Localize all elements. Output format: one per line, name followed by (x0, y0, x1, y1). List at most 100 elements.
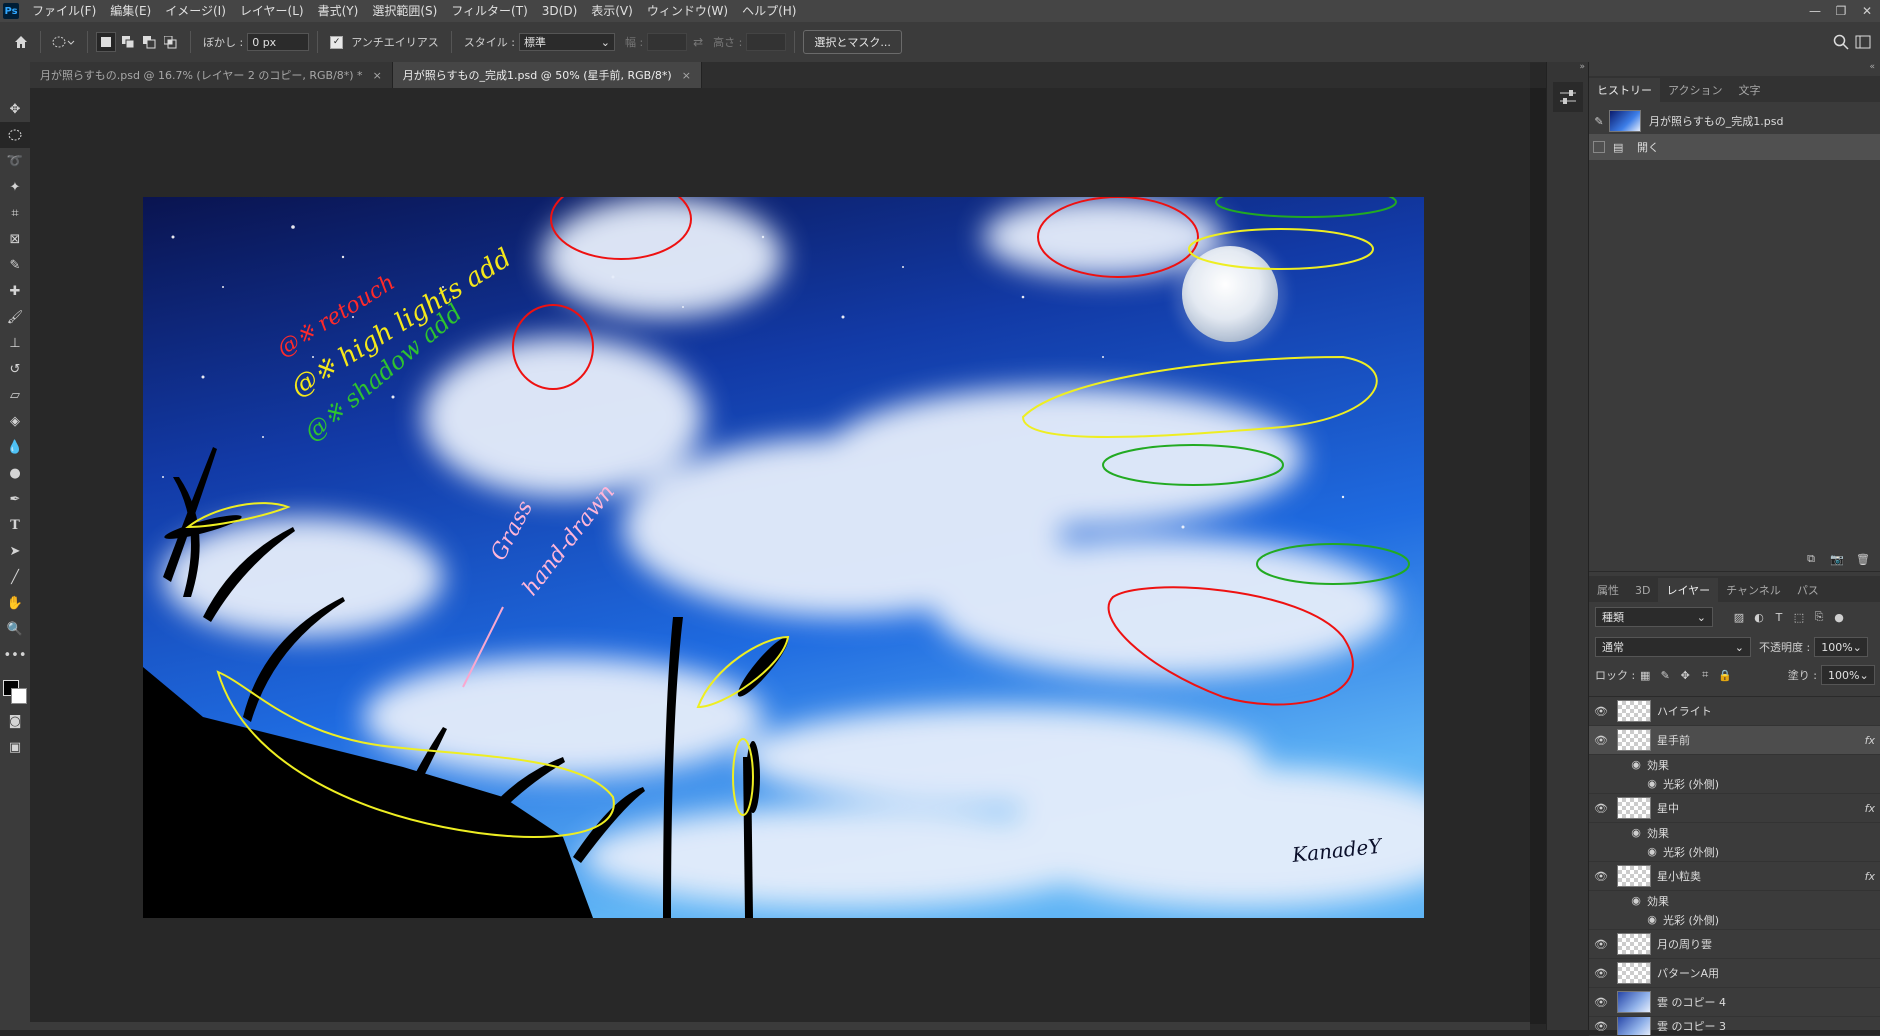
lock-position-icon[interactable]: ✥ (1675, 665, 1695, 685)
menu-filter[interactable]: フィルター(T) (444, 0, 534, 22)
swap-icon[interactable]: ⇄ (687, 31, 709, 53)
tab-layers[interactable]: レイヤー (1658, 578, 1719, 602)
elliptical-marquee-tool-icon[interactable] (0, 122, 30, 148)
tab-properties[interactable]: 属性 (1589, 578, 1627, 602)
outer-glow-effect-row[interactable]: ◉ 光彩 (外側) (1589, 910, 1880, 930)
new-selection-icon[interactable] (96, 32, 116, 52)
opacity-input[interactable]: 100% ⌄ (1814, 637, 1869, 657)
line-tool-icon[interactable]: ╱ (0, 564, 30, 590)
lock-all-icon[interactable]: 🔒 (1715, 665, 1735, 685)
visibility-eye-icon[interactable]: 👁 (1589, 1020, 1613, 1033)
lock-artboard-icon[interactable]: ⌗ (1695, 665, 1715, 685)
move-tool-icon[interactable]: ✥ (0, 96, 30, 122)
workspace-icon[interactable] (1852, 31, 1874, 53)
paint-bucket-tool-icon[interactable]: ◈ (0, 408, 30, 434)
visibility-eye-icon[interactable]: ◉ (1645, 777, 1659, 790)
filter-adjustment-icon[interactable]: ◐ (1749, 607, 1769, 627)
filter-type-icon[interactable]: T (1769, 607, 1789, 627)
layer-row[interactable]: 👁 月の周り雲 (1589, 930, 1880, 959)
blur-tool-icon[interactable]: 💧 (0, 434, 30, 460)
style-select[interactable]: 標準 ⌄ (518, 33, 615, 51)
filter-smart-object-icon[interactable]: ⎘ (1809, 607, 1829, 627)
eyedropper-tool-icon[interactable]: ✎ (0, 252, 30, 278)
healing-brush-tool-icon[interactable]: ✚ (0, 278, 30, 304)
menu-file[interactable]: ファイル(F) (25, 0, 103, 22)
type-tool-icon[interactable]: T (0, 512, 30, 538)
visibility-eye-icon[interactable]: ◉ (1629, 894, 1643, 907)
lock-image-icon[interactable]: ✎ (1655, 665, 1675, 685)
background-color-swatch[interactable] (11, 688, 27, 704)
properties-panel-icon[interactable] (1553, 82, 1583, 112)
source-checkbox[interactable] (1593, 141, 1605, 153)
close-window-icon[interactable]: ✕ (1854, 0, 1880, 22)
menu-type[interactable]: 書式(Y) (311, 0, 366, 22)
tab-history[interactable]: ヒストリー (1589, 78, 1660, 102)
visibility-eye-icon[interactable]: 👁 (1589, 967, 1613, 980)
subtract-selection-icon[interactable] (140, 33, 158, 51)
antialias-checkbox[interactable]: ✓ (330, 35, 344, 49)
add-selection-icon[interactable] (119, 33, 137, 51)
zoom-tool-icon[interactable]: 🔍 (0, 616, 30, 642)
menu-3d[interactable]: 3D(D) (535, 0, 584, 22)
tab-character[interactable]: 文字 (1730, 78, 1768, 102)
layer-row[interactable]: 👁 星小粒奥 fx (1589, 862, 1880, 891)
tab-3d[interactable]: 3D (1627, 578, 1658, 602)
menu-edit[interactable]: 編集(E) (103, 0, 158, 22)
visibility-eye-icon[interactable]: 👁 (1589, 996, 1613, 1009)
clone-stamp-tool-icon[interactable]: ⊥ (0, 330, 30, 356)
visibility-eye-icon[interactable]: 👁 (1589, 870, 1613, 883)
search-icon[interactable] (1830, 31, 1852, 53)
layer-row[interactable]: 👁 雲 のコピー 3 (1589, 1017, 1880, 1036)
crop-tool-icon[interactable]: ⌗ (0, 200, 30, 226)
visibility-eye-icon[interactable]: 👁 (1589, 938, 1613, 951)
history-brush-tool-icon[interactable]: ↺ (0, 356, 30, 382)
dodge-tool-icon[interactable]: ● (0, 460, 30, 486)
layer-row-selected[interactable]: 👁 星手前 fx (1589, 726, 1880, 755)
layer-row[interactable]: 👁 ハイライト (1589, 697, 1880, 726)
layer-effects-row[interactable]: ◉ 効果 (1589, 823, 1880, 842)
menu-select[interactable]: 選択範囲(S) (365, 0, 444, 22)
visibility-eye-icon[interactable]: ◉ (1629, 758, 1643, 771)
outer-glow-effect-row[interactable]: ◉ 光彩 (外側) (1589, 842, 1880, 862)
document-canvas[interactable]: @※ retouch @※ high lights add @※ shadow … (143, 197, 1424, 918)
visibility-eye-icon[interactable]: ◉ (1645, 913, 1659, 926)
eraser-tool-icon[interactable]: ▱ (0, 382, 30, 408)
restore-icon[interactable]: ❐ (1828, 0, 1854, 22)
menu-help[interactable]: ヘルプ(H) (735, 0, 803, 22)
new-document-from-state-icon[interactable]: ⧉ (1801, 549, 1821, 569)
height-input[interactable] (746, 33, 787, 51)
brush-tool-icon[interactable]: 🖌 (0, 304, 30, 330)
outer-glow-effect-row[interactable]: ◉ 光彩 (外側) (1589, 774, 1880, 794)
menu-view[interactable]: 表示(V) (584, 0, 640, 22)
fx-icon[interactable]: fx (1865, 802, 1875, 815)
panel-collapse-icon[interactable]: « (1589, 62, 1880, 76)
tab-document-1[interactable]: 月が照らすもの.psd @ 16.7% (レイヤー 2 のコピー, RGB/8*… (30, 62, 393, 88)
history-snapshot[interactable]: ✎ 月が照らすもの_完成1.psd (1589, 108, 1880, 134)
layer-row[interactable]: 👁 パターンA用 (1589, 959, 1880, 988)
lock-transparency-icon[interactable]: ▦ (1635, 665, 1655, 685)
feather-input[interactable]: 0 px (247, 33, 310, 51)
filter-shape-icon[interactable]: ⬚ (1789, 607, 1809, 627)
trash-icon[interactable]: 🗑 (1853, 549, 1873, 569)
frame-tool-icon[interactable]: ⊠ (0, 226, 30, 252)
visibility-eye-icon[interactable]: 👁 (1589, 705, 1613, 718)
tab-actions[interactable]: アクション (1660, 78, 1730, 102)
close-tab-icon[interactable]: × (373, 69, 382, 82)
blend-mode-select[interactable]: 通常 ⌄ (1595, 637, 1751, 657)
select-and-mask-button[interactable]: 選択とマスク... (803, 30, 902, 54)
visibility-eye-icon[interactable]: 👁 (1589, 802, 1613, 815)
layer-filter-select[interactable]: 種類 ⌄ (1595, 607, 1713, 627)
width-input[interactable] (647, 33, 688, 51)
hand-tool-icon[interactable]: ✋ (0, 590, 30, 616)
collapse-icon[interactable]: » (1547, 62, 1589, 76)
lasso-tool-icon[interactable]: ➰ (0, 148, 30, 174)
layer-row[interactable]: 👁 雲 のコピー 4 (1589, 988, 1880, 1017)
color-swatches[interactable] (0, 668, 30, 708)
menu-layer[interactable]: レイヤー(L) (233, 0, 311, 22)
more-tools-icon[interactable]: ••• (0, 642, 30, 668)
history-state-open[interactable]: ▤ 開く (1589, 134, 1880, 160)
layer-row[interactable]: 👁 星中 fx (1589, 794, 1880, 823)
path-selection-tool-icon[interactable]: ➤ (0, 538, 30, 564)
tab-document-2[interactable]: 月が照らすもの_完成1.psd @ 50% (星手前, RGB/8*) × (392, 62, 702, 88)
close-tab-icon[interactable]: × (682, 69, 691, 82)
